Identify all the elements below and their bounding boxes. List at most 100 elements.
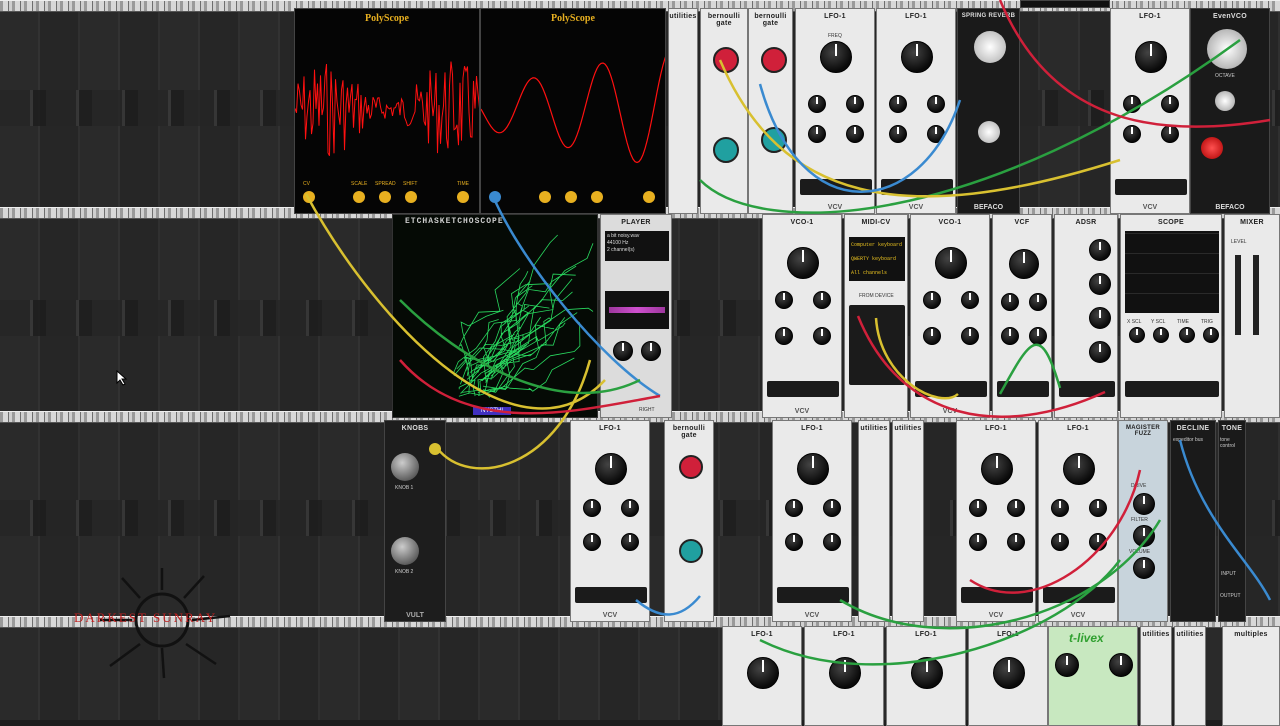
freq-knob[interactable] bbox=[787, 247, 819, 279]
freq-knob[interactable] bbox=[981, 453, 1013, 485]
io-jacks[interactable] bbox=[997, 381, 1049, 397]
pwm-knob[interactable] bbox=[823, 533, 841, 551]
cv-output-jacks[interactable] bbox=[849, 305, 905, 385]
freq-knob[interactable] bbox=[901, 41, 933, 73]
octave-knob[interactable] bbox=[1207, 29, 1247, 69]
pw-knob[interactable] bbox=[621, 499, 639, 517]
magister-fuzz-module[interactable]: MAGISTER FUZZ DRIVE FILTER VOLUME bbox=[1118, 420, 1168, 622]
fm1-knob[interactable] bbox=[583, 499, 601, 517]
bernoulli-gate-module[interactable]: bernoulli gate bbox=[664, 420, 714, 622]
knob-2[interactable] bbox=[391, 537, 419, 565]
pw-knob[interactable] bbox=[1007, 499, 1025, 517]
decay-knob[interactable] bbox=[974, 31, 1006, 63]
pw-knob[interactable] bbox=[961, 291, 979, 309]
fm-knob[interactable] bbox=[775, 327, 793, 345]
utilities-module[interactable]: utilities bbox=[892, 420, 924, 622]
fine-knob[interactable] bbox=[1001, 293, 1019, 311]
voct-knob[interactable] bbox=[613, 341, 633, 361]
drive-knob[interactable] bbox=[1133, 493, 1155, 515]
fm1-knob[interactable] bbox=[785, 499, 803, 517]
polyscope-module[interactable]: PolyScope bbox=[480, 8, 666, 214]
polyscope-module[interactable]: PolyScope CV SCALE SPREAD SHIFT TIME bbox=[294, 8, 480, 214]
freq-knob[interactable] bbox=[747, 657, 779, 689]
pwm-knob[interactable] bbox=[1161, 125, 1179, 143]
evenvco-module[interactable]: EvenVCO OCTAVE BEFACO bbox=[1190, 8, 1270, 214]
probability-knob[interactable] bbox=[761, 127, 787, 153]
pw-knob[interactable] bbox=[823, 499, 841, 517]
osc-knob[interactable] bbox=[641, 341, 661, 361]
fm2-knob[interactable] bbox=[889, 125, 907, 143]
io-jacks[interactable] bbox=[1059, 381, 1115, 397]
tune-knob[interactable] bbox=[1215, 91, 1235, 111]
level-fader[interactable] bbox=[1253, 255, 1259, 335]
freq-knob[interactable] bbox=[1063, 453, 1095, 485]
volume-knob[interactable] bbox=[1133, 557, 1155, 579]
pw-knob[interactable] bbox=[1089, 499, 1107, 517]
bernoulli-gate-module[interactable]: bernoulli gate bbox=[700, 8, 748, 214]
knob-1[interactable] bbox=[391, 453, 419, 481]
pwm-knob[interactable] bbox=[927, 125, 945, 143]
pw-knob[interactable] bbox=[1161, 95, 1179, 113]
utilities-module[interactable]: utilities bbox=[1174, 626, 1206, 726]
pwm-knob[interactable] bbox=[1201, 137, 1223, 159]
vco-module[interactable]: VCO-1 VCV bbox=[910, 214, 990, 418]
y-scale-knob[interactable] bbox=[1153, 327, 1169, 343]
fm1-knob[interactable] bbox=[1123, 95, 1141, 113]
tone-module[interactable]: TONE tone control INPUT OUTPUT bbox=[1218, 420, 1246, 622]
pw-knob[interactable] bbox=[927, 95, 945, 113]
x-scale-knob[interactable] bbox=[1129, 327, 1145, 343]
midi-device[interactable]: QWERTY keyboard bbox=[851, 252, 903, 266]
lfo-module[interactable]: LFO-1 FREQ VCV bbox=[795, 8, 875, 214]
t-livex-module[interactable]: t-livex bbox=[1048, 626, 1138, 726]
pwm-knob[interactable] bbox=[621, 533, 639, 551]
lfo-module[interactable]: LFO-1 VCV bbox=[772, 420, 852, 622]
shift-knob[interactable] bbox=[591, 191, 603, 203]
pwm-knob[interactable] bbox=[813, 327, 831, 345]
cv-input-jack[interactable] bbox=[489, 191, 501, 203]
fm1-knob[interactable] bbox=[1051, 499, 1069, 517]
adsr-module[interactable]: ADSR bbox=[1054, 214, 1118, 418]
decay-knob[interactable] bbox=[1089, 273, 1111, 295]
livex-knob[interactable] bbox=[1109, 653, 1133, 677]
fm1-knob[interactable] bbox=[889, 95, 907, 113]
probability-knob[interactable] bbox=[679, 539, 703, 563]
drive-knob[interactable] bbox=[1029, 327, 1047, 345]
fine-knob[interactable] bbox=[923, 291, 941, 309]
midi-driver[interactable]: Computer keyboard bbox=[851, 238, 903, 252]
pw-knob[interactable] bbox=[813, 291, 831, 309]
lfo-module[interactable]: LFO-1 VCV bbox=[570, 420, 650, 622]
output-jacks[interactable] bbox=[777, 587, 849, 603]
freq-knob[interactable] bbox=[820, 41, 852, 73]
scope-module[interactable]: SCOPE X SCL Y SCL TIME TRIG bbox=[1120, 214, 1222, 418]
output-jack[interactable] bbox=[429, 443, 441, 455]
bernoulli-gate-module[interactable]: bernoulli gate bbox=[748, 8, 793, 214]
knobs-module[interactable]: KNOBS KNOB 1 KNOB 2 VULT bbox=[384, 420, 446, 622]
fm2-knob[interactable] bbox=[1051, 533, 1069, 551]
mixer-module[interactable]: MIXER LEVEL bbox=[1224, 214, 1280, 418]
lfo-module[interactable]: LFO-1 bbox=[804, 626, 884, 726]
vcf-module[interactable]: VCF bbox=[992, 214, 1052, 418]
lfo-module[interactable]: LFO-1 VCV bbox=[1110, 8, 1190, 214]
pwm-knob[interactable] bbox=[1007, 533, 1025, 551]
lfo-module[interactable]: LFO-1 bbox=[886, 626, 966, 726]
lfo-module[interactable]: LFO-1 bbox=[968, 626, 1048, 726]
fm2-knob[interactable] bbox=[969, 533, 987, 551]
fm2-knob[interactable] bbox=[785, 533, 803, 551]
spring-reverb-module[interactable]: SPRING REVERB BEFACO bbox=[957, 8, 1020, 214]
io-jacks[interactable] bbox=[1125, 381, 1219, 397]
time-knob[interactable] bbox=[643, 191, 655, 203]
player-module[interactable]: PLAYER a bit noisy.wav 44100 Hz 2 channe… bbox=[600, 214, 672, 418]
livex-knob[interactable] bbox=[1055, 653, 1079, 677]
utilities-module[interactable]: utilities bbox=[1140, 626, 1172, 726]
output-jacks[interactable] bbox=[575, 587, 647, 603]
output-jacks[interactable] bbox=[767, 381, 839, 397]
fm1-knob[interactable] bbox=[808, 95, 826, 113]
filter-knob[interactable] bbox=[1133, 525, 1155, 547]
pwm-knob[interactable] bbox=[846, 125, 864, 143]
midi-channel[interactable]: All channels bbox=[851, 266, 903, 280]
time-knob[interactable] bbox=[1179, 327, 1195, 343]
output-jacks[interactable] bbox=[961, 587, 1033, 603]
lfo-module[interactable]: LFO-1 bbox=[722, 626, 802, 726]
midi-cv-module[interactable]: MIDI-CV Computer keyboard QWERTY keyboar… bbox=[844, 214, 908, 418]
level-fader[interactable] bbox=[1235, 255, 1241, 335]
